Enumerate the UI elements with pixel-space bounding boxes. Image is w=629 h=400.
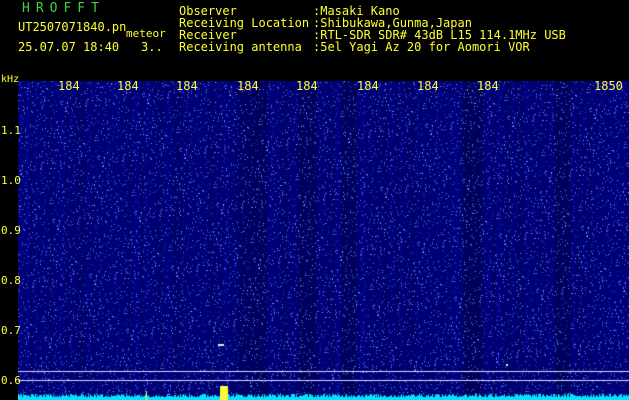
antenna-value: :5el Yagi Az 20 for Aomori VOR (313, 40, 530, 54)
app-title: HROFFT (22, 1, 105, 16)
x-tick-label: 184 (176, 79, 198, 93)
mode-label: meteor (126, 27, 166, 40)
y-tick-label: 0.6 (1, 374, 21, 387)
y-axis-unit: kHz (1, 74, 20, 85)
x-tick-label: 184 (58, 79, 80, 93)
y-tick-label: 1.0 (1, 174, 21, 187)
y-tick-label: 1.1 (1, 124, 21, 137)
y-tick-label: 0.7 (1, 324, 21, 337)
hrofft-window: HROFFT UT2507071840.pn meteor 25.07.07 1… (0, 0, 629, 400)
timestamp: 25.07.07 18:40 (18, 40, 120, 54)
count-label: 3.. (141, 40, 163, 54)
x-tick-label: 184 (237, 79, 259, 93)
x-tick-label: 184 (357, 79, 379, 93)
file-name: UT2507071840.pn (18, 20, 127, 34)
y-tick-label: 0.8 (1, 274, 21, 287)
x-tick-label: 1850 (594, 79, 623, 93)
x-tick-label: 184 (417, 79, 439, 93)
x-tick-label: 184 (296, 79, 318, 93)
x-tick-label: 184 (117, 79, 139, 93)
antenna-label: Receiving antenna (179, 40, 302, 54)
y-tick-label: 0.9 (1, 224, 21, 237)
x-tick-label: 184 (477, 79, 499, 93)
spectrogram-canvas (18, 81, 629, 400)
